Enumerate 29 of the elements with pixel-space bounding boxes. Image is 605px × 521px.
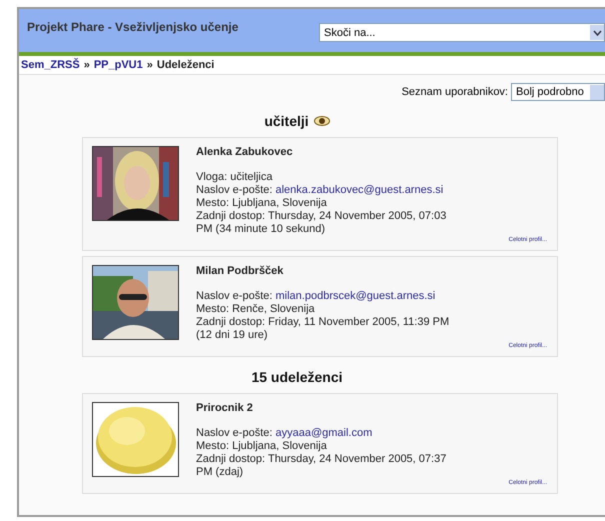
user-name: Prirocnik 2 [196,402,254,415]
caret-icon [592,30,602,36]
email-link[interactable]: alenka.zabukovec@guest.arnes.si [276,184,444,196]
email-link[interactable]: milan.podbrscek@guest.arnes.si [276,290,436,302]
breadcrumb-link[interactable]: PP_pVU1 [94,59,143,71]
jump-select[interactable]: Skoči na... [319,23,605,42]
user-name: Milan Podbršček [196,265,284,278]
section-heading: učitelji [264,113,309,129]
list-select[interactable]: Bolj podrobno [511,83,605,101]
list-label: Seznam uporabnikov: [402,86,508,98]
user-detail: Mesto: Ljubljana, Slovenija [196,440,328,453]
user-detail: Zadnji dostop: Friday, 11 November 2005, 11:39 PM (12 dni 19 ure) [196,316,450,342]
breadcrumb-current: Udeleženci [156,59,214,71]
user-detail: Mesto: Ljubljana, Slovenija [196,197,328,210]
field-label: Naslov e-pošte: [196,427,272,439]
section-heading: 15 udeleženci [251,369,343,385]
field-label: Naslov e-pošte: [196,290,272,302]
user-detail: Mesto: Renče, Slovenija [196,303,316,316]
user-detail: Zadnji dostop: Thursday, 24 November 2005, 07:37 PM (zdaj) [196,453,448,479]
eye-icon[interactable] [314,116,330,126]
user-detail: Vloga: učiteljica [196,171,274,184]
breadcrumb-separator: » [146,59,153,71]
user-name: Alenka Zabukovec [196,146,294,159]
site-title: Projekt Phare - Vseživljenjsko učenje [27,20,238,34]
email-link[interactable]: ayyaaa@gmail.com [276,427,372,439]
field-label: Naslov e-pošte: [196,184,272,196]
breadcrumb-separator: » [84,59,90,71]
user-detail: Zadnji dostop: Thursday, 24 November 2005, 07:03 PM (34 minute 10 sekund) [196,210,448,236]
breadcrumb-link[interactable]: Sem_ZRSŠ [21,59,80,71]
